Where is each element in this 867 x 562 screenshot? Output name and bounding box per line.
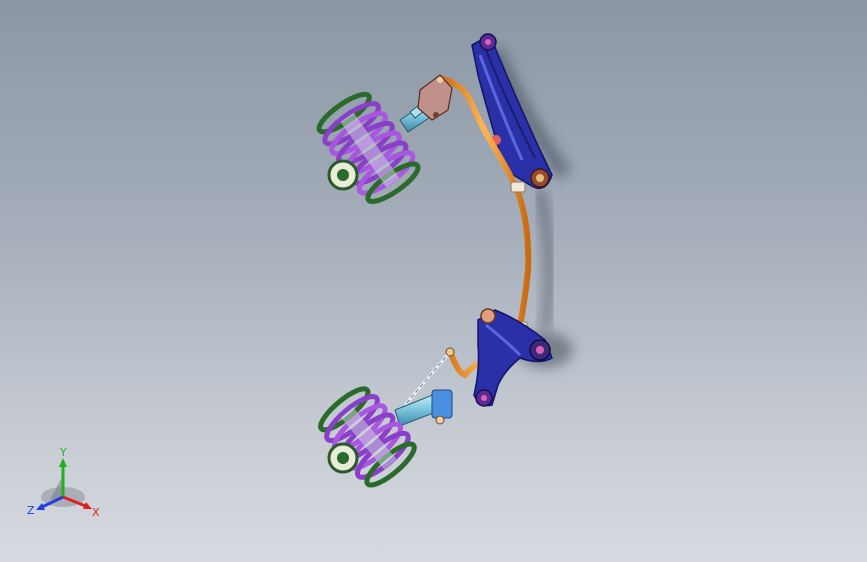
orientation-triad: Y X Z (27, 446, 100, 519)
lower-strut[interactable] (394, 389, 453, 427)
lower-control-arm[interactable] (473, 308, 553, 407)
upper-coil-spring[interactable] (313, 87, 425, 208)
suspension-model[interactable] (0, 0, 867, 562)
graphics-viewport[interactable]: Y X Z (0, 0, 867, 562)
lower-coil-spring[interactable] (314, 382, 421, 492)
z-axis-label: Z (27, 504, 35, 517)
y-axis-arrow (59, 458, 67, 467)
y-axis-label: Y (59, 446, 67, 459)
upper-control-arm[interactable] (471, 33, 553, 190)
triad-plane (50, 475, 63, 500)
x-axis-label: X (92, 506, 100, 519)
